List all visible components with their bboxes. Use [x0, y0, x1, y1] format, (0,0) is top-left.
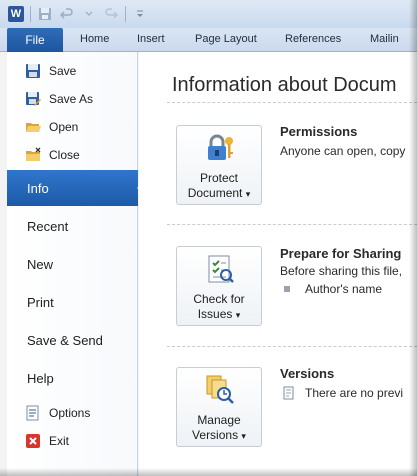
manage-versions-button[interactable]: Manage Versions ▾: [176, 367, 262, 447]
section-bullet-author: Author's name: [305, 282, 382, 296]
nav-save[interactable]: Save: [7, 58, 138, 84]
nav-save-as-label: Save As: [49, 92, 94, 106]
section-text-prepare-sharing: Before sharing this file,: [280, 264, 403, 278]
close-folder-icon: [25, 147, 41, 163]
customize-toolbar-icon[interactable]: [132, 6, 148, 22]
nav-tab-help[interactable]: Help: [7, 360, 138, 396]
nav-save-label: Save: [49, 64, 77, 78]
check-for-issues-button[interactable]: Check for Issues ▾: [176, 246, 262, 326]
page-title: Information about Docum: [172, 74, 397, 96]
nav-tab-new[interactable]: New: [7, 246, 138, 282]
section-text-permissions: Anyone can open, copy: [280, 144, 406, 158]
versions-icon: [204, 374, 236, 406]
section-title-versions: Versions: [280, 366, 335, 381]
quick-access-toolbar: W: [0, 0, 417, 28]
nav-exit[interactable]: Exit: [7, 428, 138, 454]
nav-tab-help-label: Help: [27, 370, 54, 386]
save-icon: [25, 63, 41, 79]
window-shadow: [0, 468, 417, 476]
window-shadow: [409, 0, 417, 476]
redo-icon[interactable]: [103, 6, 119, 22]
nav-tab-info-label: Info: [27, 180, 49, 196]
lock-key-icon: [204, 132, 236, 164]
backstage-nav: Save Save As Open Close Info Recent New …: [7, 52, 146, 476]
divider: [167, 224, 417, 225]
word-backstage-window: W File Home Insert Page Layout Reference…: [0, 0, 417, 476]
protect-document-label-line2: Document ▾: [187, 186, 251, 200]
nav-tab-print-label: Print: [27, 294, 54, 310]
ribbon-tab-row: File Home Insert Page Layout References …: [0, 28, 417, 52]
nav-open[interactable]: Open: [7, 114, 138, 140]
chevron-down-icon[interactable]: [81, 6, 97, 22]
tab-references[interactable]: References: [285, 33, 341, 45]
chevron-down-icon: ▾: [241, 431, 246, 441]
protect-document-button[interactable]: Protect Document ▾: [176, 125, 262, 205]
nav-close-label: Close: [49, 148, 80, 162]
nav-tab-info[interactable]: Info: [7, 170, 146, 206]
section-text-versions: There are no previ: [305, 386, 404, 400]
check-for-issues-label-line1: Check for: [193, 292, 245, 306]
nav-options[interactable]: Options: [7, 400, 138, 426]
info-panel: Information about Docum Protect Document…: [139, 52, 417, 476]
toolbar-separator: [125, 6, 126, 22]
tab-page-layout[interactable]: Page Layout: [195, 33, 257, 45]
nav-options-label: Options: [49, 406, 91, 420]
manage-versions-label-line2: Versions ▾: [192, 428, 246, 442]
exit-icon: [25, 433, 41, 449]
tab-insert[interactable]: Insert: [137, 33, 165, 45]
section-title-permissions: Permissions: [280, 124, 358, 139]
manage-versions-label-line1: Manage: [197, 413, 241, 427]
check-for-issues-label-line2: Issues ▾: [197, 307, 241, 321]
nav-exit-label: Exit: [49, 434, 70, 448]
nav-close[interactable]: Close: [7, 142, 138, 168]
nav-tab-new-label: New: [27, 256, 54, 272]
nav-tab-save-send-label: Save & Send: [27, 332, 103, 348]
save-as-icon: [25, 91, 41, 107]
nav-tab-recent[interactable]: Recent: [7, 208, 138, 244]
nav-tab-print[interactable]: Print: [7, 284, 138, 320]
tab-file[interactable]: File: [7, 28, 63, 52]
options-icon: [25, 405, 41, 421]
save-icon[interactable]: [37, 6, 53, 22]
tab-mailings[interactable]: Mailin: [370, 33, 399, 45]
section-title-prepare-sharing: Prepare for Sharing: [280, 246, 402, 261]
divider: [167, 346, 417, 347]
protect-document-label-line1: Protect: [199, 171, 238, 185]
bullet-icon: [284, 286, 290, 292]
tab-home[interactable]: Home: [80, 33, 109, 45]
chevron-down-icon: ▾: [235, 310, 241, 320]
toolbar-separator: [30, 6, 31, 22]
divider: [167, 102, 417, 103]
nav-tab-save-send[interactable]: Save & Send: [7, 322, 138, 358]
open-folder-icon: [25, 119, 41, 135]
undo-icon[interactable]: [59, 6, 75, 22]
checklist-icon: [204, 253, 236, 285]
document-version-icon: [282, 386, 296, 400]
nav-tab-recent-label: Recent: [27, 218, 69, 234]
nav-save-as[interactable]: Save As: [7, 86, 138, 112]
word-logo-icon[interactable]: W: [8, 6, 24, 22]
chevron-down-icon: ▾: [245, 189, 251, 199]
nav-open-label: Open: [49, 120, 79, 134]
